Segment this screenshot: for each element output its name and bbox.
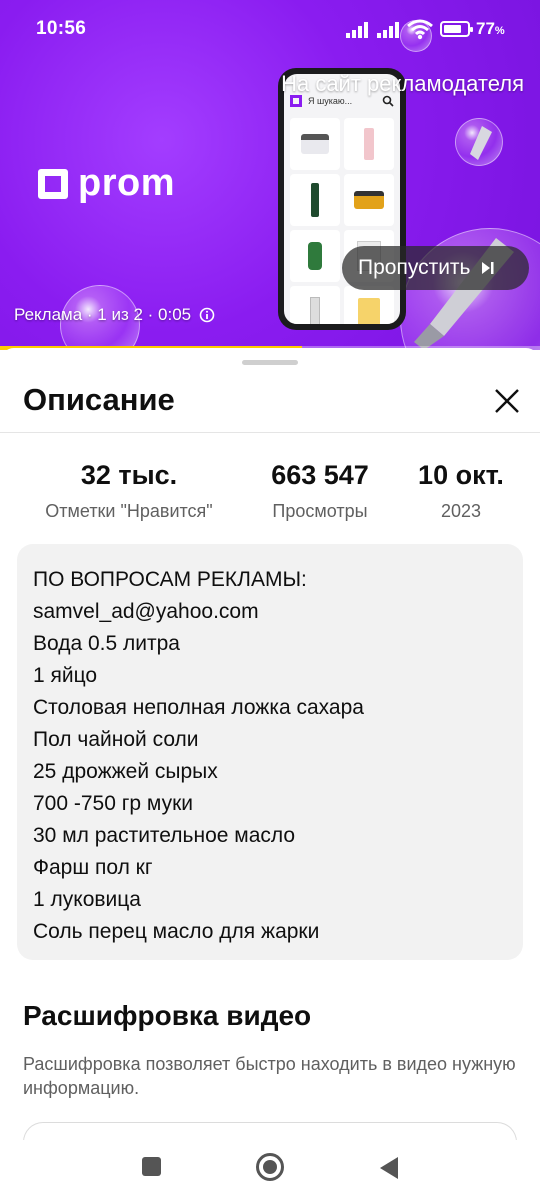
ad-meta: Реклама · 1 из 2 · 0:05 (14, 305, 215, 325)
product-grid (290, 118, 394, 324)
skip-ad-button[interactable]: Пропустить (342, 246, 529, 290)
description-line: 700 -750 гр муки (33, 792, 194, 815)
sheet-title: Описание (23, 382, 175, 417)
battery-percentage: 77% (476, 19, 505, 38)
description-line: Соль перец масло для жарки (33, 920, 320, 943)
product-tube-grey (290, 286, 340, 324)
transcript-description: Расшифровка позволяет быстро находить в … (23, 1054, 516, 1098)
product-tube-green (290, 174, 340, 226)
description-lines: ПО ВОПРОСАМ РЕКЛАМЫ: samvel_ad@yahoo.com… (33, 564, 507, 948)
advertiser-site-link[interactable]: На сайт рекламодателя (281, 71, 524, 97)
stat-date: 10 окт. 2023 (404, 460, 518, 522)
stat-likes: 32 тыс. Отметки "Нравится" (30, 460, 228, 522)
description-line: Пол чайной соли (33, 728, 199, 751)
product-jar-gold (344, 174, 394, 226)
description-line: 1 луковица (33, 888, 141, 911)
close-icon[interactable] (488, 382, 526, 420)
info-icon[interactable] (199, 307, 215, 323)
ad-meta-text: Реклама · 1 из 2 · 0:05 (14, 305, 192, 324)
status-bar: 10:56 77% (0, 0, 540, 46)
description-line: 30 мл растительное масло (33, 824, 296, 847)
prom-logo-mark (38, 168, 68, 199)
status-time: 10:56 (36, 18, 87, 39)
battery-icon (440, 21, 473, 37)
likes-count: 32 тыс. (80, 460, 178, 490)
transcript-title: Расшифровка видео (23, 1000, 312, 1031)
stat-views: 663 547 Просмотры (254, 460, 386, 522)
home-button[interactable] (256, 1153, 284, 1181)
drag-handle[interactable] (242, 360, 298, 365)
product-bottles-yellow (344, 286, 394, 324)
recents-button[interactable] (142, 1157, 161, 1176)
product-bottle-pink (344, 118, 394, 170)
skip-ad-label: Пропустить (358, 256, 471, 279)
signal-icon (346, 22, 368, 38)
description-line: Вода 0.5 литра (33, 632, 180, 655)
publish-year: 2023 (440, 501, 482, 521)
views-count: 663 547 (271, 460, 369, 490)
description-line: Фарш пол кг (33, 856, 153, 879)
back-icon[interactable] (378, 1156, 400, 1180)
description-sheet: Описание 32 тыс. Отметки "Нравится" 663 … (0, 348, 540, 1200)
prom-logo-text: prom (78, 162, 175, 204)
likes-label: Отметки "Нравится" (45, 501, 213, 521)
description-line: Столовая неполная ложка сахара (33, 696, 364, 719)
phone-mockup-image: Я шукаю... (278, 68, 406, 330)
system-nav-bar (0, 1140, 540, 1200)
description-line: 1 яйцо (33, 664, 98, 687)
description-line: 25 дрожжей сырых (33, 760, 218, 783)
prom-logo: prom (38, 162, 175, 205)
divider (0, 432, 540, 433)
skip-next-icon (481, 262, 493, 274)
views-label: Просмотры (272, 501, 368, 521)
wifi-icon (407, 19, 433, 40)
cosmetic-tube-image (470, 126, 492, 160)
ad-video-player[interactable]: 10:56 77% prom Я шукаю... На сайт реклам… (0, 0, 540, 350)
description-line: ПО ВОПРОСАМ РЕКЛАМЫ: (33, 568, 307, 591)
publish-date: 10 окт. (418, 460, 504, 490)
phone-search-text: Я шукаю... (308, 96, 353, 106)
description-line: samvel_ad@yahoo.com (33, 600, 259, 623)
description-text-box[interactable]: ПО ВОПРОСАМ РЕКЛАМЫ: samvel_ad@yahoo.com… (17, 544, 523, 960)
product-dropper-green (290, 230, 340, 282)
product-jar-white (290, 118, 340, 170)
signal-icon (377, 22, 399, 38)
